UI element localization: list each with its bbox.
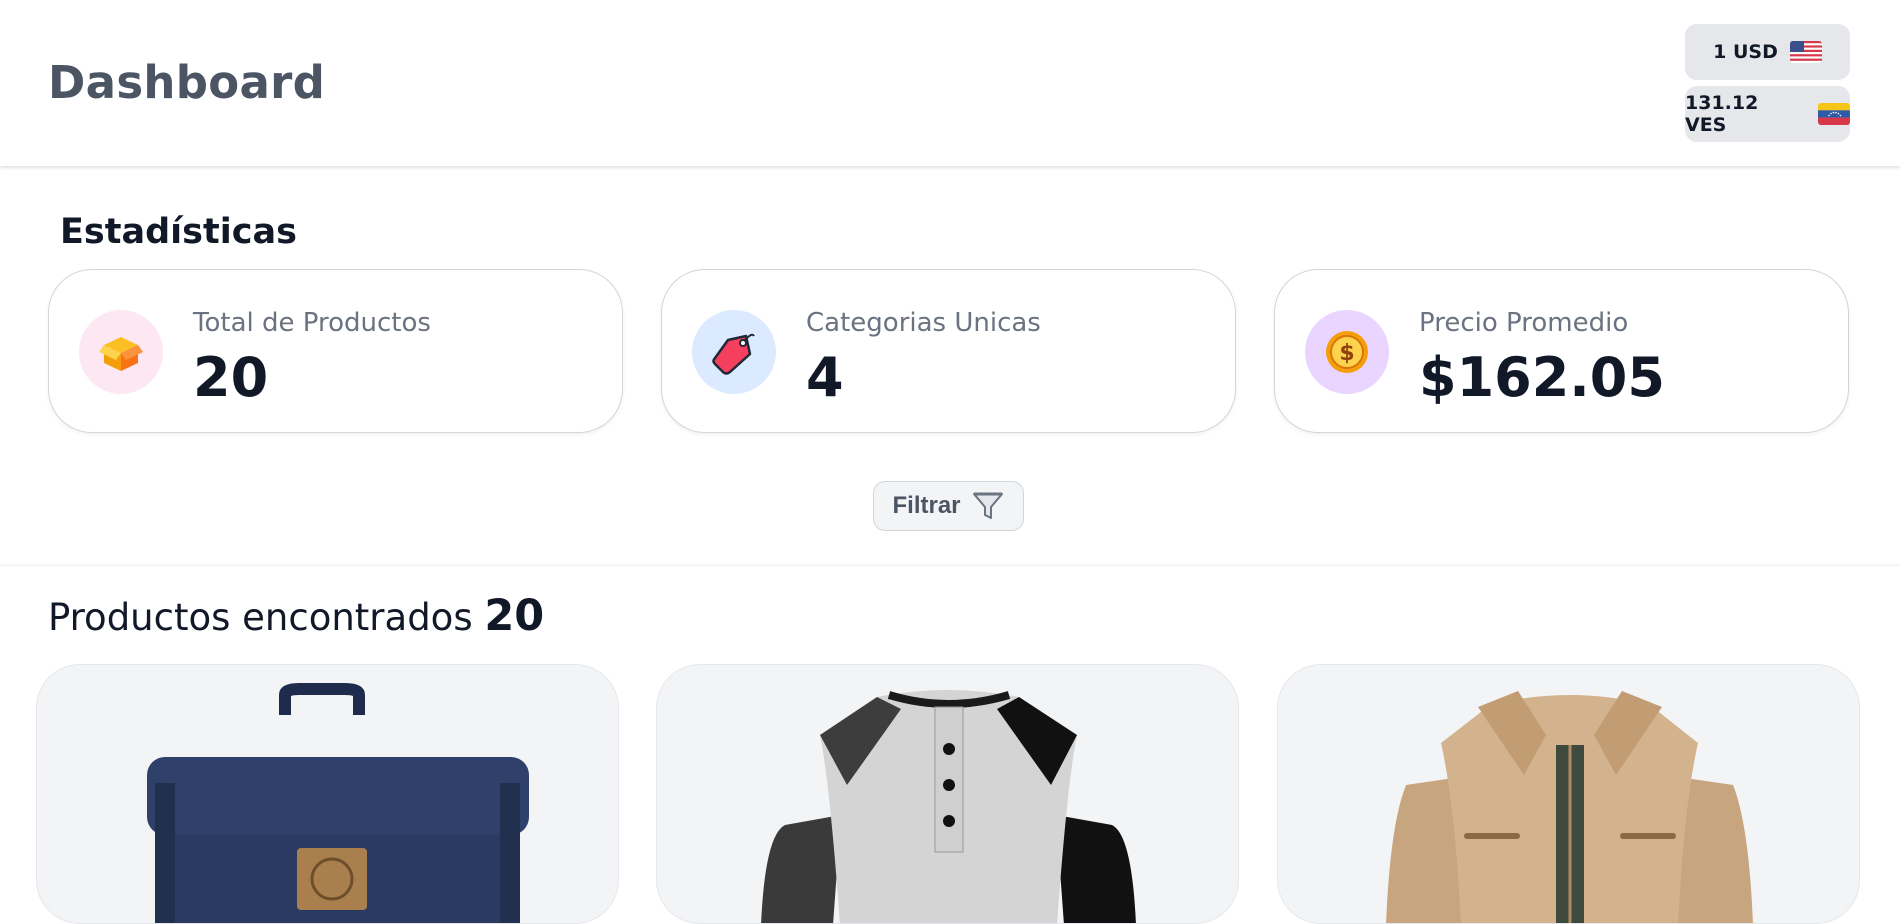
funnel-icon xyxy=(972,492,1003,519)
top-header: Dashboard 1 USD 131.12 VES xyxy=(0,0,1900,166)
us-flag-icon xyxy=(1789,41,1822,63)
product-card[interactable] xyxy=(36,664,619,924)
stat-label: Precio Promedio xyxy=(1419,308,1629,338)
page-title: Dashboard xyxy=(48,56,326,109)
coin-icon: $ xyxy=(1326,331,1368,373)
results-label: Productos encontrados xyxy=(48,596,473,639)
henley-shirt-image xyxy=(761,690,1136,923)
stat-icon-badge: $ xyxy=(1305,310,1389,394)
stat-label: Total de Productos xyxy=(193,308,431,338)
stat-icon-badge xyxy=(692,310,776,394)
product-card[interactable] xyxy=(1277,664,1860,924)
stat-icon-badge xyxy=(79,310,163,394)
stat-value: 20 xyxy=(193,346,269,409)
price-tag-icon xyxy=(712,333,755,375)
stat-label: Categorias Unicas xyxy=(806,308,1041,338)
box-icon xyxy=(99,337,143,371)
jacket-image xyxy=(1386,691,1753,923)
currency-ves-label: 131.12 VES xyxy=(1685,92,1759,136)
results-count: 20 xyxy=(484,591,545,641)
filter-button-label: Filtrar xyxy=(892,492,961,519)
svg-text:$: $ xyxy=(1339,341,1354,366)
stat-card-average-price: $ Precio Promedio $162.05 xyxy=(1274,269,1849,433)
stat-value: 4 xyxy=(806,346,844,409)
stat-card-unique-categories: Categorias Unicas 4 xyxy=(661,269,1236,433)
stat-value: $162.05 xyxy=(1419,346,1665,409)
stats-section-title: Estadísticas xyxy=(60,212,297,252)
currency-usd-label: 1 USD xyxy=(1713,41,1778,63)
results-title: Productos encontrados 20 xyxy=(48,591,544,641)
backpack-image xyxy=(147,683,529,923)
filter-button[interactable]: Filtrar xyxy=(873,481,1024,531)
stat-card-total-products: Total de Productos 20 xyxy=(48,269,623,433)
currency-ves-chip[interactable]: 131.12 VES xyxy=(1685,86,1850,142)
currency-usd-chip[interactable]: 1 USD xyxy=(1685,24,1850,80)
ve-flag-icon xyxy=(1818,103,1850,125)
product-card[interactable] xyxy=(656,664,1239,924)
